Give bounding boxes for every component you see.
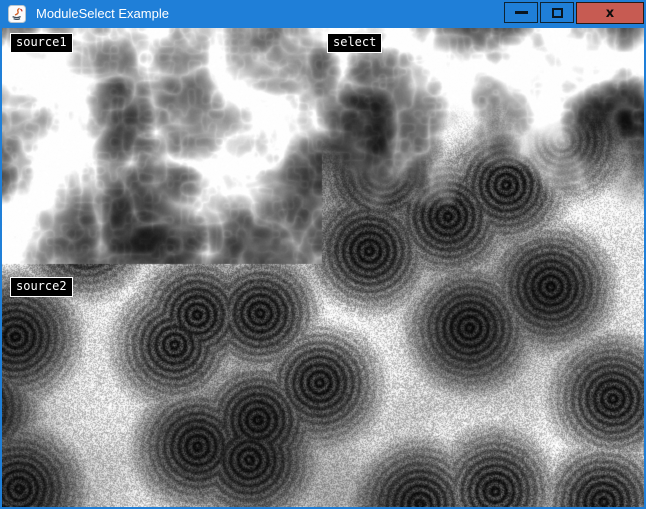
maximize-icon — [552, 8, 563, 18]
titlebar[interactable]: ModuleSelect Example x — [0, 0, 646, 28]
window-title: ModuleSelect Example — [36, 6, 169, 22]
app-window: ModuleSelect Example x source1 select so… — [0, 0, 646, 509]
label-source1: source1 — [10, 33, 73, 53]
render-area: source1 select source2 — [2, 28, 644, 507]
label-source2: source2 — [10, 277, 73, 297]
label-select: select — [327, 33, 382, 53]
minimize-icon — [515, 11, 528, 14]
noise-render-canvas — [2, 28, 644, 507]
close-icon: x — [606, 7, 614, 20]
caption-buttons: x — [504, 2, 644, 24]
close-button[interactable]: x — [576, 2, 644, 24]
maximize-button[interactable] — [540, 2, 574, 23]
java-app-icon[interactable] — [8, 5, 26, 23]
minimize-button[interactable] — [504, 2, 538, 23]
